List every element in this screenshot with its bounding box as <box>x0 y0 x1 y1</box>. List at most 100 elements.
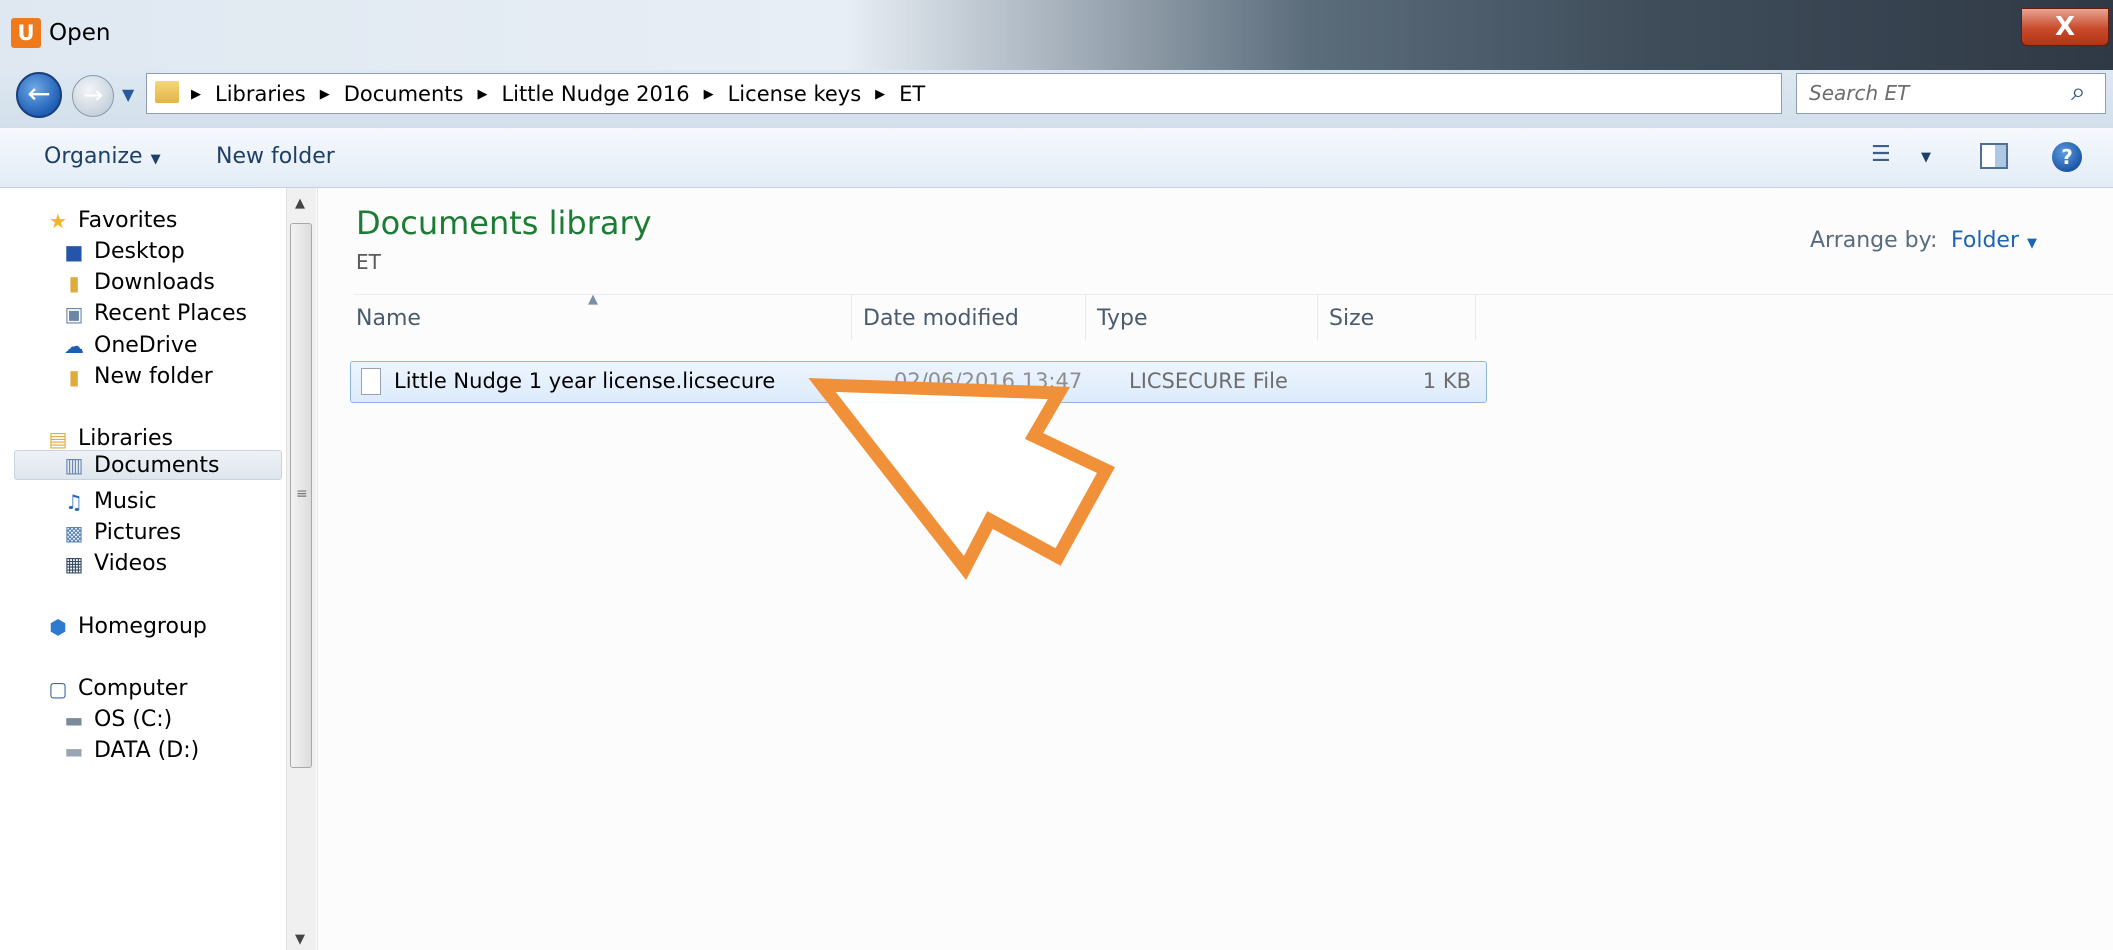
breadcrumb-item-license-keys[interactable]: License keys <box>728 82 862 106</box>
search-icon[interactable]: ⌕ <box>2071 77 2086 108</box>
folder-icon <box>155 81 179 103</box>
nav-homegroup[interactable]: ⬢ Homegroup <box>46 614 207 639</box>
back-arrow-icon: ← <box>27 77 51 110</box>
column-header-date[interactable]: Date modified <box>863 306 1019 331</box>
table-row[interactable]: Little Nudge 1 year license.licsecure 02… <box>350 361 1487 403</box>
nav-label: Pictures <box>94 520 182 545</box>
chevron-right-icon[interactable]: ▶ <box>875 87 885 102</box>
nav-label: Documents <box>94 452 220 478</box>
drive-icon: ▬ <box>64 707 84 732</box>
open-dialog: U Open X ← → ▼ ▶ Libraries ▶ Documents ▶… <box>0 0 2113 950</box>
nav-label: Videos <box>94 551 168 576</box>
star-icon: ★ <box>49 208 67 233</box>
nav-item-music[interactable]: ♫ Music <box>62 489 157 514</box>
new-folder-button[interactable]: New folder <box>216 144 335 169</box>
breadcrumb-item-documents[interactable]: Documents <box>344 82 464 106</box>
column-header-size[interactable]: Size <box>1329 306 1374 331</box>
view-dropdown-icon[interactable]: ▼ <box>1921 150 1931 165</box>
nav-label: DATA (D:) <box>94 738 200 763</box>
organize-button[interactable]: Organize ▼ <box>44 144 161 169</box>
nav-label: Favorites <box>78 208 178 233</box>
nav-item-downloads[interactable]: ▮ Downloads <box>62 270 215 295</box>
address-bar[interactable]: ▶ Libraries ▶ Documents ▶ Little Nudge 2… <box>146 73 1915 114</box>
app-icon: U <box>11 18 41 48</box>
recent-places-icon: ▣ <box>64 301 84 326</box>
scroll-down-icon[interactable]: ▼ <box>295 932 305 947</box>
chevron-right-icon[interactable]: ▶ <box>320 87 330 102</box>
nav-item-data-drive[interactable]: ▬ DATA (D:) <box>62 738 200 763</box>
file-date-modified: 02/06/2016 13:47 <box>894 369 1083 393</box>
column-divider[interactable] <box>1475 294 1476 340</box>
nav-libraries[interactable]: ▤ Libraries <box>46 426 173 451</box>
drive-icon: ▬ <box>64 738 84 763</box>
grip-icon: ≡ <box>296 486 308 502</box>
breadcrumb-item-little-nudge[interactable]: Little Nudge 2016 <box>501 82 689 106</box>
file-size: 1 KB <box>1422 369 1471 393</box>
preview-pane-icon[interactable] <box>1980 143 2008 169</box>
computer-icon: ▢ <box>48 676 68 701</box>
cloud-icon: ☁ <box>64 333 84 358</box>
file-type: LICSECURE File <box>1129 369 1288 393</box>
column-divider[interactable] <box>851 294 852 340</box>
title-bar: U Open X <box>0 0 2113 70</box>
scroll-thumb[interactable]: ≡ <box>290 223 312 768</box>
command-toolbar: Organize ▼ New folder ☰ ▼ ? <box>0 128 2113 188</box>
homegroup-icon: ⬢ <box>49 614 67 639</box>
search-input[interactable] <box>1809 81 2059 105</box>
column-header-type[interactable]: Type <box>1097 306 1148 331</box>
organize-label: Organize <box>44 144 143 169</box>
nav-label: Downloads <box>94 270 215 295</box>
chevron-right-icon[interactable]: ▶ <box>704 87 714 102</box>
caret-down-icon: ▼ <box>2027 236 2037 251</box>
desktop-icon: ■ <box>64 239 84 264</box>
libraries-icon: ▤ <box>48 426 68 451</box>
nav-scrollbar[interactable]: ▲ ≡ ▼ <box>286 188 316 950</box>
arrange-by-label: Arrange by: <box>1810 228 1938 253</box>
videos-icon: ▦ <box>64 551 84 576</box>
nav-item-new-folder[interactable]: ▮ New folder <box>62 364 213 389</box>
nav-label: Homegroup <box>78 614 207 639</box>
nav-label: Computer <box>78 676 188 701</box>
nav-label: New folder <box>94 364 213 389</box>
back-button[interactable]: ← <box>16 72 62 118</box>
breadcrumb-item-libraries[interactable]: Libraries <box>215 82 306 106</box>
library-subtitle: ET <box>356 250 381 274</box>
nav-label: OneDrive <box>94 333 198 358</box>
column-header-name[interactable]: Name <box>356 306 421 331</box>
nav-item-documents[interactable]: ▥ Documents <box>14 450 282 480</box>
nav-favorites[interactable]: ★ Favorites <box>46 208 177 233</box>
downloads-folder-icon: ▮ <box>68 270 80 295</box>
breadcrumb-item-et[interactable]: ET <box>899 82 925 106</box>
arrange-by-dropdown[interactable]: Folder ▼ <box>1951 228 2037 253</box>
nav-item-os-drive[interactable]: ▬ OS (C:) <box>62 707 173 732</box>
column-divider[interactable] <box>1317 294 1318 340</box>
nav-item-desktop[interactable]: ■ Desktop <box>62 239 185 264</box>
close-button[interactable]: X <box>2021 8 2109 46</box>
music-icon: ♫ <box>65 489 83 514</box>
nav-label: Music <box>94 489 157 514</box>
breadcrumb: ▶ Libraries ▶ Documents ▶ Little Nudge 2… <box>191 82 925 106</box>
forward-button[interactable]: → <box>72 75 114 117</box>
caret-down-icon: ▼ <box>150 152 161 167</box>
nav-item-pictures[interactable]: ▩ Pictures <box>62 520 182 545</box>
recent-pages-dropdown[interactable]: ▼ <box>122 85 134 104</box>
nav-computer[interactable]: ▢ Computer <box>46 676 188 701</box>
nav-label: Recent Places <box>94 301 247 326</box>
chevron-right-icon[interactable]: ▶ <box>191 87 201 102</box>
search-box: ⌕ <box>1796 73 2106 114</box>
view-options-icon[interactable]: ☰ <box>1871 142 1891 167</box>
pictures-icon: ▩ <box>64 520 84 545</box>
scroll-up-icon[interactable]: ▲ <box>295 196 305 211</box>
column-divider[interactable] <box>1085 294 1086 340</box>
navigation-pane: ★ Favorites ■ Desktop ▮ Downloads ▣ Recent P… <box>0 188 318 950</box>
help-icon[interactable]: ? <box>2052 142 2082 172</box>
documents-icon: ▥ <box>64 453 84 477</box>
nav-item-recent-places[interactable]: ▣ Recent Places <box>62 301 247 326</box>
file-icon <box>361 368 381 395</box>
folder-icon: ▮ <box>68 364 80 389</box>
file-name: Little Nudge 1 year license.licsecure <box>394 369 776 393</box>
nav-label: Libraries <box>78 426 174 451</box>
chevron-right-icon[interactable]: ▶ <box>477 87 487 102</box>
nav-item-onedrive[interactable]: ☁ OneDrive <box>62 333 197 358</box>
nav-item-videos[interactable]: ▦ Videos <box>62 551 168 576</box>
